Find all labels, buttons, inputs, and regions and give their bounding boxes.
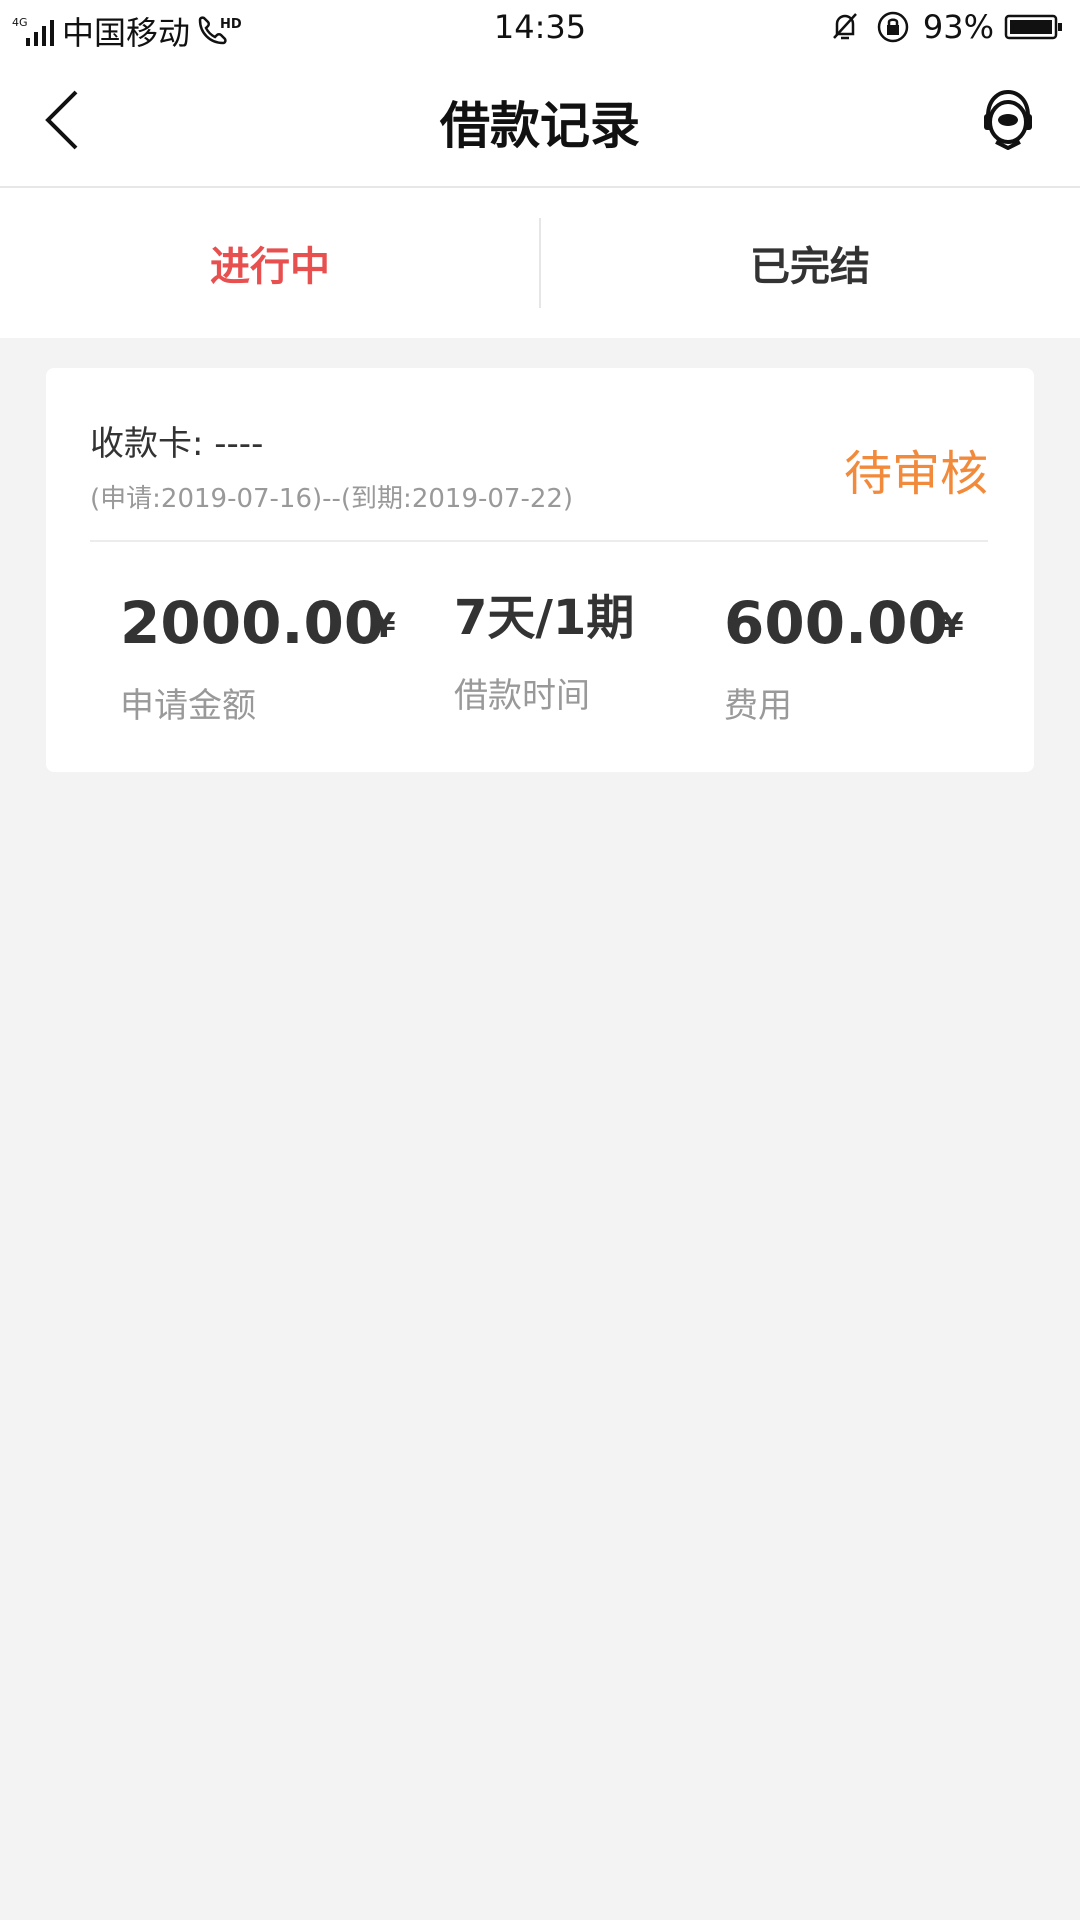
battery-percent: 93% (922, 8, 994, 46)
apply-amount-value: 2000.00 (120, 589, 385, 657)
fee-label: 费用 (724, 686, 792, 726)
card-divider (90, 540, 988, 542)
apply-amount-unit: ¥ (372, 606, 396, 646)
battery-icon (1004, 14, 1062, 40)
fee-unit: ¥ (940, 606, 964, 646)
tab-completed[interactable]: 已完结 (540, 188, 1080, 338)
receiving-card-label: 收款卡: ---- (90, 424, 264, 464)
metric-apply-amount: 2000.00 ¥ 申请金额 (120, 589, 396, 727)
metric-fee: 600.00 ¥ 费用 (724, 589, 964, 727)
apply-amount-label: 申请金额 (120, 686, 256, 726)
fee-value: 600.00 (724, 589, 948, 657)
loan-dates: (申请:2019-07-16)--(到期:2019-07-22) (90, 484, 574, 514)
record-tabs: 进行中 已完结 (0, 188, 1080, 338)
rotation-lock-icon (877, 11, 909, 43)
tab-in-progress[interactable]: 进行中 (0, 188, 540, 338)
loan-period-label: 借款时间 (454, 676, 590, 716)
status-badge: 待审核 (843, 446, 988, 502)
loan-period-value: 7天/1期 (454, 590, 635, 646)
status-right: 93% (827, 8, 1064, 46)
loan-record-card[interactable]: 收款卡: ---- (申请:2019-07-16)--(到期:2019-07-2… (46, 368, 1034, 772)
metric-loan-period: 7天/1期 借款时间 (454, 594, 634, 717)
customer-service-icon[interactable] (980, 86, 1036, 150)
status-bar: 4G 中国移动 HD 14:35 93% (0, 0, 1080, 56)
nav-bar: 借款记录 (0, 56, 1080, 188)
page-title: 借款记录 (440, 97, 640, 155)
mute-icon (832, 13, 857, 40)
